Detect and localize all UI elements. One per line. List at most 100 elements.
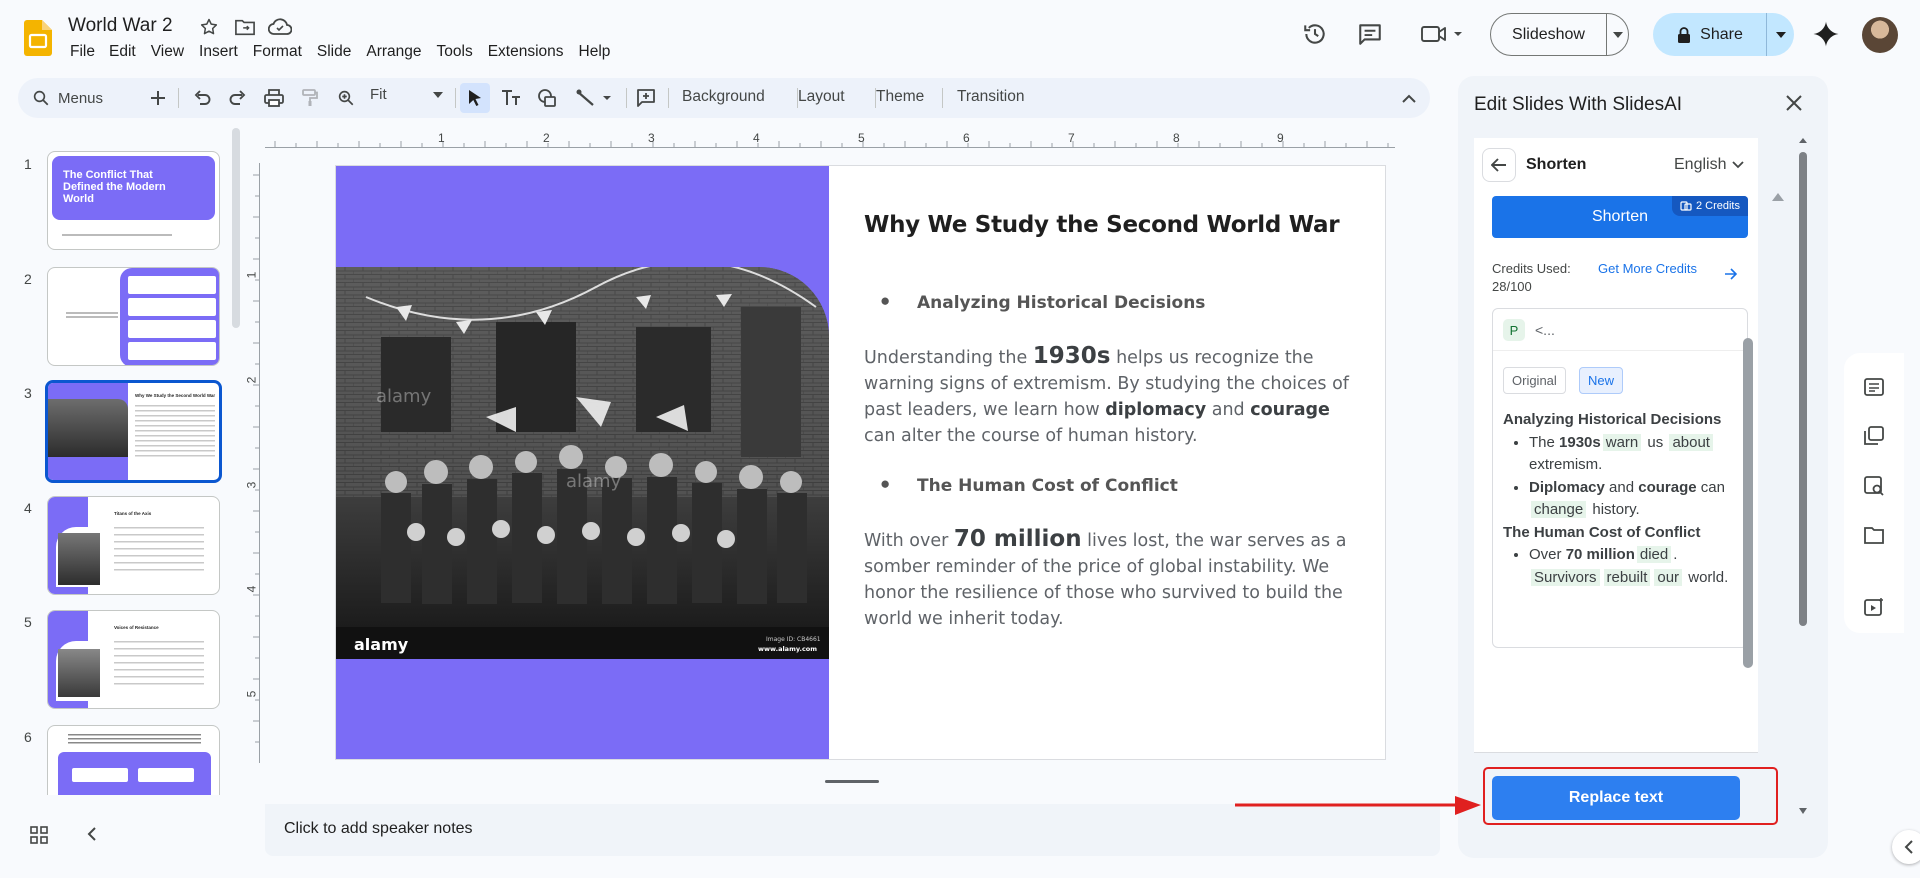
close-icon[interactable] <box>1785 94 1803 112</box>
share-main[interactable]: Share <box>1653 13 1767 56</box>
comments-icon[interactable] <box>1354 18 1386 50</box>
document-title[interactable]: World War 2 <box>68 15 173 37</box>
menu-slide[interactable]: Slide <box>317 43 360 61</box>
credits-badge: 2 Credits <box>1671 196 1748 216</box>
panel-scrollbar[interactable] <box>1797 136 1809 816</box>
filmstrip-scrollbar[interactable] <box>232 128 240 328</box>
layout-button[interactable]: Layout <box>798 88 845 106</box>
grid-view-icon[interactable] <box>30 826 48 844</box>
inner-scroll-up-arrow-icon[interactable] <box>1772 193 1784 201</box>
slide-thumbnail-4[interactable]: Titans of the Axis <box>47 496 220 595</box>
para-emphasis: 1930s <box>1032 343 1111 369</box>
credits-badge-label: 2 Credits <box>1695 200 1740 212</box>
menu-arrange[interactable]: Arrange <box>366 43 430 61</box>
menus-search[interactable]: Menus <box>32 86 103 110</box>
move-folder-icon[interactable] <box>233 15 257 39</box>
redo-icon[interactable] <box>224 84 252 112</box>
slideshow-options-chevron-down-icon[interactable] <box>1607 14 1628 55</box>
changed-word: change <box>1531 501 1587 518</box>
line-tool-icon[interactable] <box>573 84 617 112</box>
slide-canvas[interactable]: alamy alamy alamy Image ID: CB4661 www.a… <box>336 166 1385 759</box>
user-avatar[interactable] <box>1862 17 1898 53</box>
slide-title[interactable]: Why We Study the Second World War <box>864 212 1340 238</box>
print-icon[interactable] <box>260 84 288 112</box>
zoom-icon[interactable] <box>332 84 360 112</box>
shortened-result: Analyzing Historical Decisions The 1930s… <box>1503 409 1743 589</box>
thumb-text-line <box>62 234 172 236</box>
slides-logo-icon[interactable] <box>24 20 52 56</box>
notes-resize-handle[interactable] <box>825 780 879 783</box>
menu-tools[interactable]: Tools <box>437 43 482 61</box>
folder-icon[interactable] <box>1862 523 1886 547</box>
menu-insert[interactable]: Insert <box>199 43 247 61</box>
menu-view[interactable]: View <box>151 43 193 61</box>
red-pointer-arrow-icon <box>1235 792 1483 820</box>
slide-thumbnail-1[interactable]: The Conflict That Defined the Modern Wor… <box>47 151 220 250</box>
result-text: and <box>1604 478 1639 496</box>
ruler-tick-label: 7 <box>1068 131 1075 145</box>
text-box-icon[interactable] <box>497 84 525 112</box>
menu-edit[interactable]: Edit <box>109 43 145 61</box>
paint-format-icon[interactable] <box>296 84 324 112</box>
select-cursor-icon[interactable] <box>460 83 490 113</box>
slideshow-label[interactable]: Slideshow <box>1491 14 1607 55</box>
changed-word: died <box>1636 546 1672 563</box>
cloud-saved-icon[interactable] <box>268 15 292 39</box>
gemini-sparkle-icon[interactable] <box>1811 19 1841 49</box>
menu-help[interactable]: Help <box>579 43 620 61</box>
menus-search-label: Menus <box>58 89 104 107</box>
zoom-select[interactable]: Fit <box>370 86 443 103</box>
new-slide-plus-icon[interactable] <box>144 84 172 112</box>
menu-extensions[interactable]: Extensions <box>488 43 573 61</box>
share-options-chevron-down-icon[interactable] <box>1767 13 1794 56</box>
slides-ai-addon-icon[interactable] <box>1862 595 1886 619</box>
shorten-button[interactable]: Shorten 2 Credits <box>1492 196 1748 238</box>
image-search-icon[interactable] <box>1862 474 1886 498</box>
menu-file[interactable]: File <box>70 43 104 61</box>
chevron-left-icon[interactable] <box>1892 830 1920 864</box>
star-icon[interactable] <box>197 15 221 39</box>
keep-notes-icon[interactable] <box>1862 375 1886 399</box>
slides-library-icon[interactable] <box>1862 424 1886 448</box>
slide-paragraph-2[interactable]: With over 70 million lives lost, the war… <box>864 526 1354 632</box>
slide-thumbnail-5[interactable]: Voices of Resistance <box>47 610 220 709</box>
result-bold: courage <box>1638 478 1697 496</box>
thumb-photo <box>58 649 100 697</box>
language-select[interactable]: English <box>1674 156 1745 174</box>
menu-format[interactable]: Format <box>253 43 311 61</box>
get-more-credits-link[interactable]: Get More Credits <box>1598 260 1698 278</box>
thumb-card <box>138 768 194 782</box>
collapse-toolbar-chevron-up-icon[interactable] <box>1395 84 1423 112</box>
speaker-notes-placeholder[interactable]: Click to add speaker notes <box>284 820 473 838</box>
bullet-heading-2[interactable]: The Human Cost of Conflict <box>917 476 1178 496</box>
result-heading-1: Analyzing Historical Decisions <box>1503 411 1722 428</box>
result-text: extremism. <box>1529 456 1603 473</box>
slide-paragraph-1[interactable]: Understanding the 1930s helps us recogni… <box>864 343 1354 449</box>
slideshow-button[interactable]: Slideshow <box>1490 13 1629 56</box>
tab-new[interactable]: New <box>1579 367 1624 394</box>
arrow-right-icon[interactable] <box>1724 268 1738 280</box>
comment-add-icon[interactable] <box>632 84 660 112</box>
inner-scrollbar-thumb[interactable] <box>1743 338 1753 668</box>
slide-thumbnail-6[interactable] <box>47 725 220 795</box>
result-heading-2: The Human Cost of Conflict <box>1503 523 1701 541</box>
panel-content: Shorten English Shorten 2 Credits Credit… <box>1474 138 1758 828</box>
theme-button[interactable]: Theme <box>876 88 924 106</box>
background-button[interactable]: Background <box>682 88 765 106</box>
card-header: P <... <box>1493 309 1747 351</box>
transition-button[interactable]: Transition <box>957 88 1024 106</box>
meet-video-icon[interactable] <box>1418 18 1466 50</box>
share-button[interactable]: Share <box>1653 13 1794 56</box>
bullet-heading-1[interactable]: Analyzing Historical Decisions <box>917 293 1205 313</box>
undo-icon[interactable] <box>188 84 216 112</box>
slide-thumbnail-3[interactable]: Why We Study the Second World War <box>45 380 222 483</box>
back-arrow-icon[interactable] <box>1482 148 1516 182</box>
chevron-left-icon[interactable] <box>86 826 98 842</box>
historical-photo[interactable]: alamy alamy alamy Image ID: CB4661 www.a… <box>336 267 829 659</box>
slide-thumbnail-2[interactable] <box>47 267 220 366</box>
slidesai-side-panel: Edit Slides With SlidesAI Shorten Englis… <box>1458 76 1828 858</box>
shape-icon[interactable] <box>533 84 561 112</box>
tab-original[interactable]: Original <box>1503 367 1566 394</box>
photo-footer-url: www.alamy.com <box>758 645 817 653</box>
version-history-icon[interactable] <box>1299 18 1331 50</box>
